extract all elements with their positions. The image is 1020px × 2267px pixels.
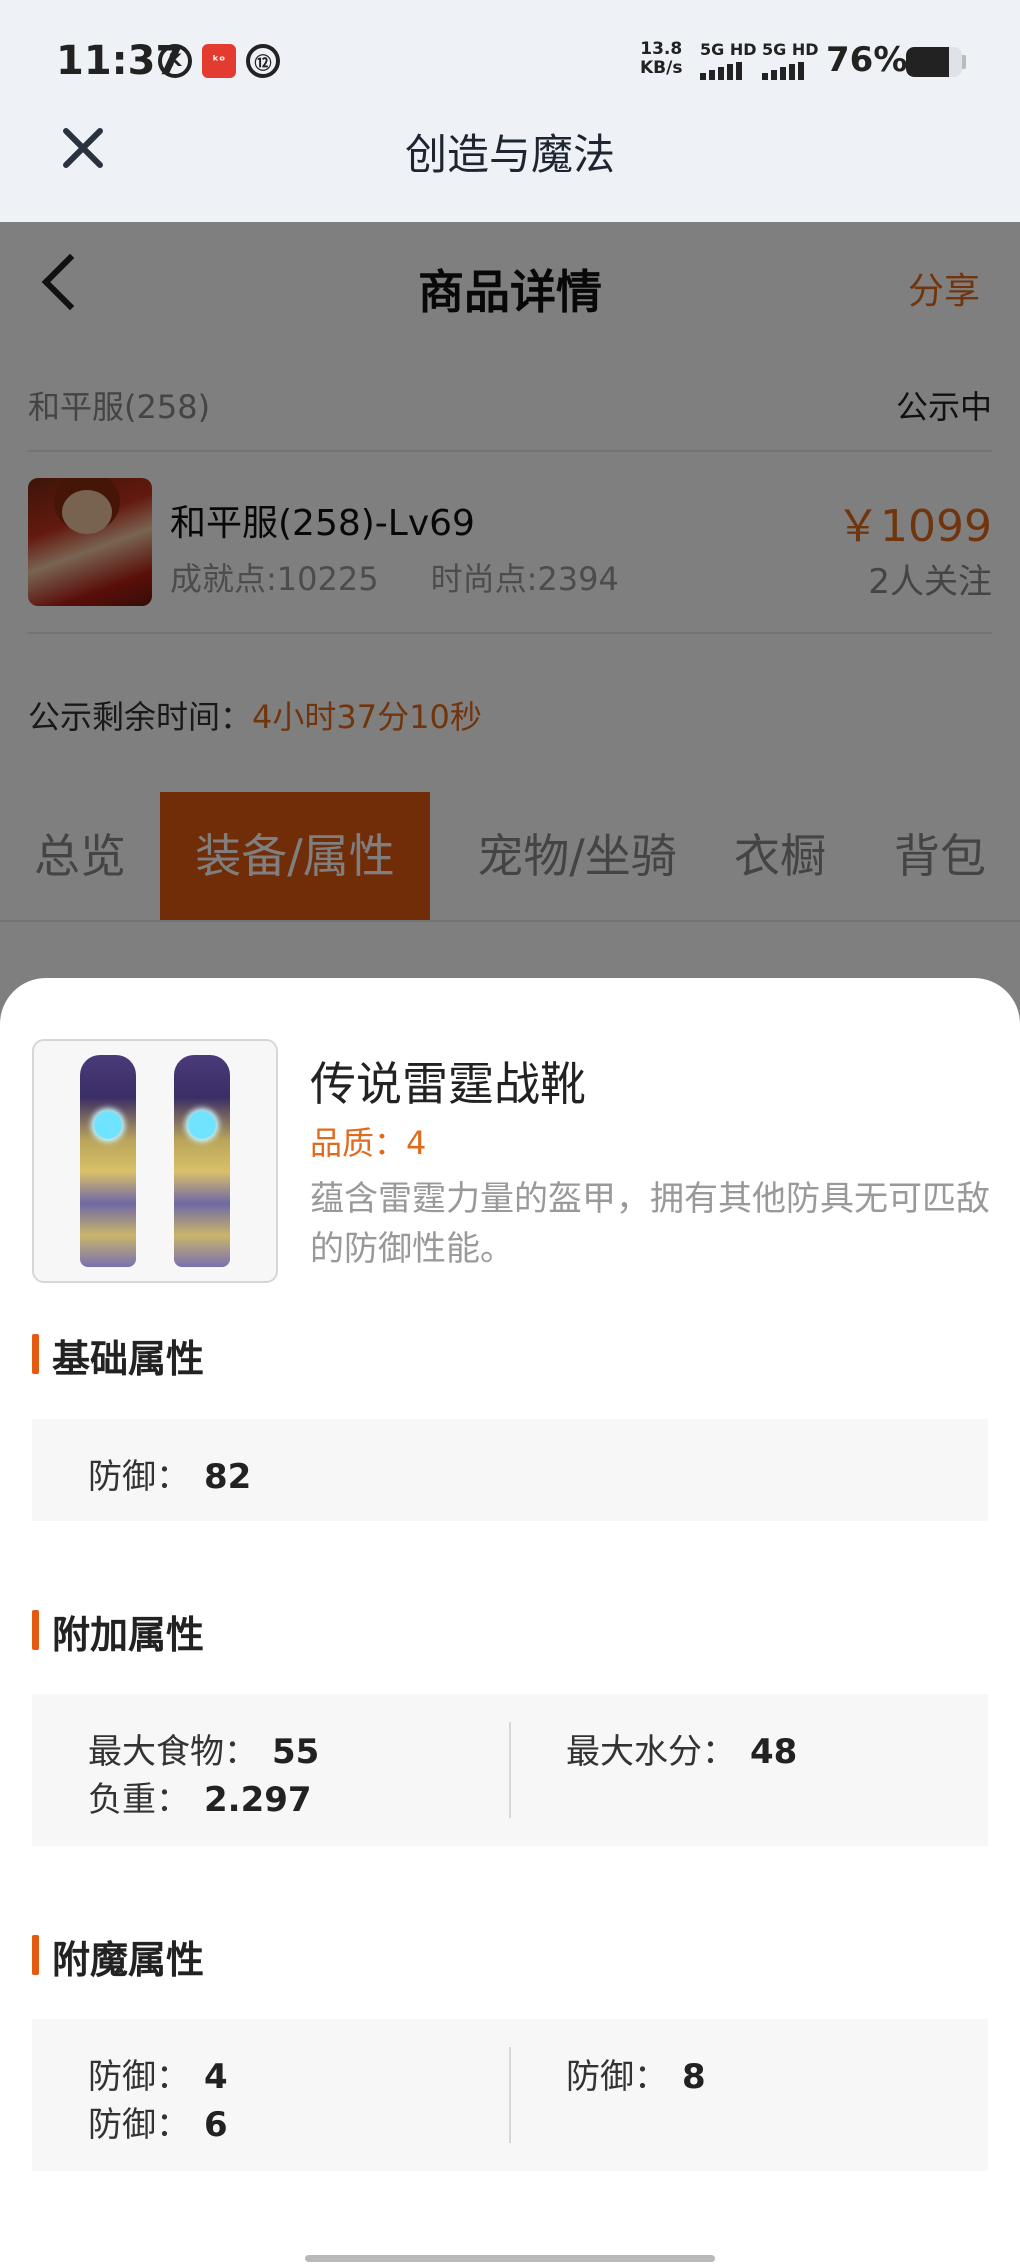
- attr-max-food: 最大食物： 55: [88, 1732, 320, 1772]
- divider: [509, 2047, 511, 2143]
- attr-defense: 防御： 82: [88, 1457, 252, 1497]
- item-name: 传说雷霆战靴: [310, 1057, 586, 1111]
- status-bar: 11:37 K ᵏᵒ ⑫ 13.8 KB/s 5G HD 5G HD 76%: [0, 30, 1020, 100]
- attr-max-water: 最大水分： 48: [566, 1732, 798, 1772]
- app-notification-icon: ᵏᵒ: [202, 44, 236, 78]
- network-speed: 13.8 KB/s: [640, 40, 682, 78]
- home-indicator[interactable]: [305, 2255, 715, 2262]
- app-header: 创造与魔法: [0, 105, 1020, 222]
- dial-indicator-icon: ⑫: [246, 44, 280, 78]
- attr-weight: 负重： 2.297: [88, 1780, 312, 1820]
- status-indicators: K ᵏᵒ ⑫: [158, 44, 280, 78]
- net-speed-value: 13.8: [640, 39, 683, 59]
- boot-right-icon: [174, 1055, 230, 1267]
- enchant-attr-box: 防御： 4 防御： 6 防御： 8: [32, 2019, 988, 2171]
- basic-attr-box: 防御： 82: [32, 1419, 988, 1521]
- divider: [509, 1722, 511, 1818]
- battery-icon: [906, 47, 962, 77]
- item-description: 蕴含雷霆力量的盔甲，拥有其他防具无可匹敌的防御性能。: [310, 1179, 990, 1269]
- battery-tip: [962, 55, 966, 69]
- attr-enchant-defense-3: 防御： 8: [566, 2057, 706, 2097]
- item-quality: 品质：4: [310, 1124, 427, 1162]
- sim2-signal-icon: 5G HD: [762, 40, 819, 80]
- item-detail-sheet: 传说雷霆战靴 品质：4 蕴含雷霆力量的盔甲，拥有其他防具无可匹敌的防御性能。 基…: [0, 978, 1020, 2267]
- top-area: 11:37 K ᵏᵒ ⑫ 13.8 KB/s 5G HD 5G HD 76% 创…: [0, 0, 1020, 222]
- sim1-signal-icon: 5G HD: [700, 40, 757, 80]
- attr-enchant-defense-2: 防御： 6: [88, 2105, 228, 2145]
- boot-left-icon: [80, 1055, 136, 1267]
- section-title-enchant: 附魔属性: [32, 1929, 204, 1984]
- section-title-extra: 附加属性: [32, 1604, 204, 1659]
- app-title: 创造与魔法: [404, 130, 615, 179]
- section-title-basic: 基础属性: [32, 1328, 204, 1383]
- item-image: [32, 1039, 278, 1283]
- net-speed-unit: KB/s: [640, 58, 683, 78]
- attr-enchant-defense-1: 防御： 4: [88, 2057, 228, 2097]
- k-app-icon: K: [158, 44, 192, 78]
- extra-attr-box: 最大食物： 55 负重： 2.297 最大水分： 48: [32, 1694, 988, 1846]
- battery-percent: 76%: [826, 40, 908, 80]
